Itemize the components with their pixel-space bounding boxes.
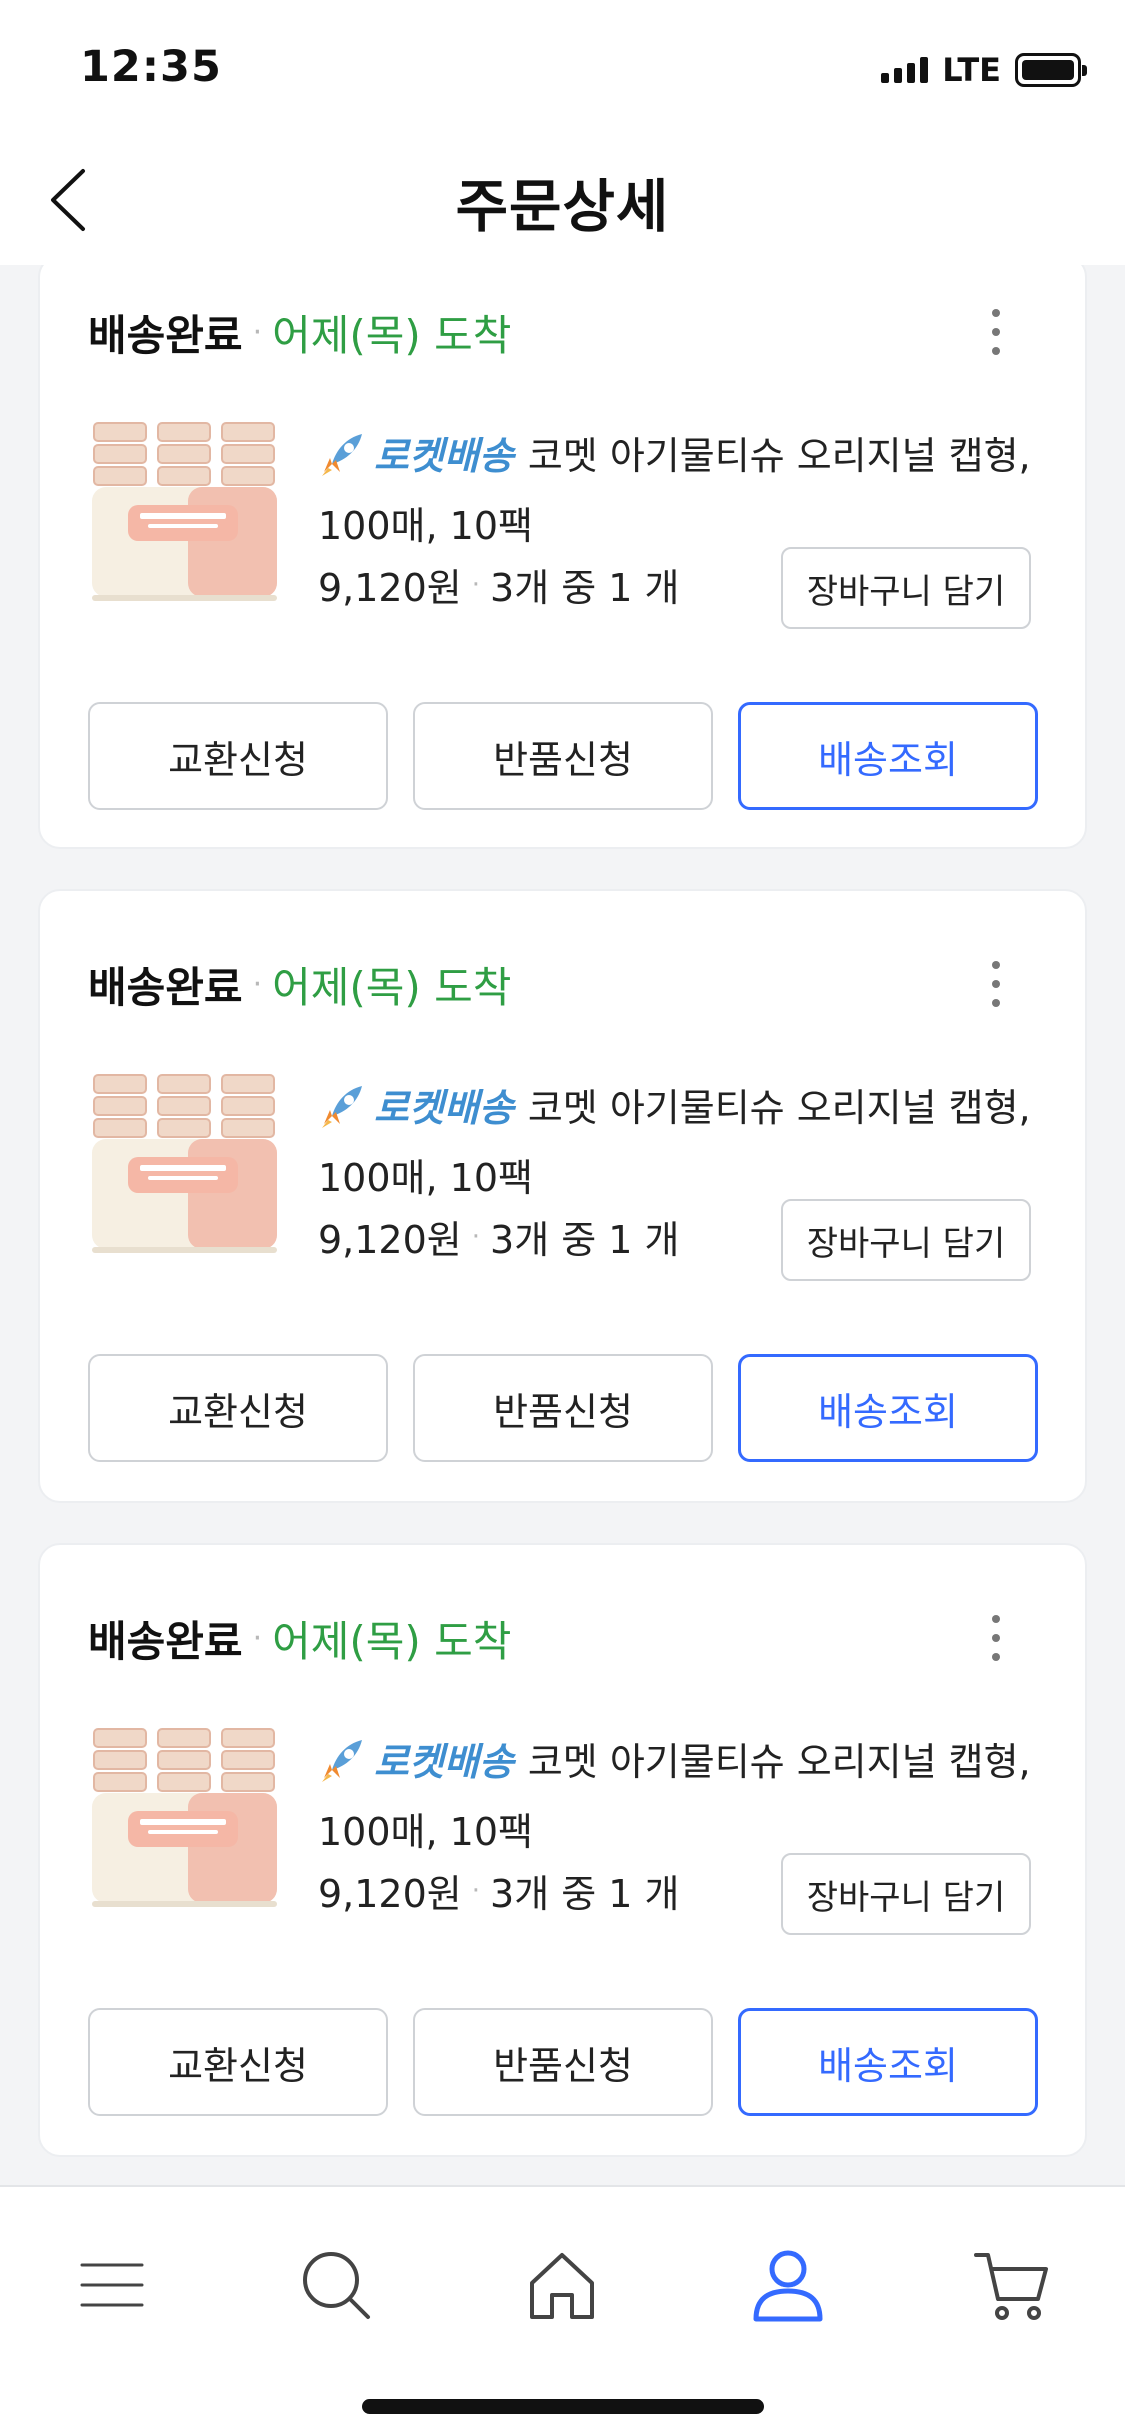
rocket-icon: [322, 433, 362, 476]
track-delivery-button[interactable]: 배송조회: [738, 702, 1038, 810]
more-options-icon[interactable]: [989, 961, 1003, 1007]
product-name: 코멧 아기물티슈 오리지널 캡형,: [527, 1740, 1031, 1784]
separator-dot: ·: [471, 1221, 481, 1252]
separator-dot: ·: [252, 314, 263, 350]
product-thumbnail[interactable]: [88, 1723, 283, 1918]
more-options-icon[interactable]: [989, 1615, 1003, 1661]
order-list[interactable]: 배송완료 · 어제(목) 도착 로켓배송 코멧 아기물티슈 오리지널 캡형, 1…: [0, 265, 1125, 2185]
order-actions: 교환신청 반품신청 배송조회: [88, 2008, 1038, 2116]
exchange-request-button[interactable]: 교환신청: [88, 2008, 388, 2116]
product-name: 코멧 아기물티슈 오리지널 캡형,: [527, 1086, 1031, 1130]
order-card: 배송완료 · 어제(목) 도착 로켓배송 코멧 아기물티슈 오리지널 캡형, 1…: [38, 1543, 1087, 2157]
network-label: LTE: [942, 51, 1001, 89]
rocket-delivery-label: 로켓배송: [374, 1740, 514, 1784]
cart-icon[interactable]: [972, 2245, 1052, 2325]
home-icon[interactable]: [522, 2245, 602, 2325]
price: 9,120원: [318, 1872, 462, 1916]
exchange-request-button[interactable]: 교환신청: [88, 1354, 388, 1462]
price: 9,120원: [318, 1218, 462, 1262]
product-title-line[interactable]: 로켓배송 코멧 아기물티슈 오리지널 캡형,: [318, 1077, 1031, 1132]
separator-dot: ·: [252, 1620, 263, 1656]
quantity: 3개 중 1 개: [490, 566, 680, 610]
arrival-date: 어제(목) 도착: [272, 310, 512, 360]
order-actions: 교환신청 반품신청 배송조회: [88, 1354, 1038, 1462]
status-time: 12:35: [80, 42, 222, 92]
status-indicators: LTE: [881, 50, 1087, 90]
product-thumbnail[interactable]: [88, 1069, 283, 1264]
quantity: 3개 중 1 개: [490, 1872, 680, 1916]
search-icon[interactable]: [296, 2245, 376, 2325]
order-status-row: 배송완료 · 어제(목) 도착: [88, 949, 511, 1019]
product-option: 100매, 10팩: [318, 1810, 533, 1854]
order-card: 배송완료 · 어제(목) 도착 로켓배송 코멧 아기물티슈 오리지널 캡형, 1…: [38, 265, 1087, 849]
rocket-icon: [322, 1085, 362, 1128]
delivery-status: 배송완료: [88, 1616, 243, 1666]
rocket-icon: [322, 1739, 362, 1782]
product-option: 100매, 10팩: [318, 1156, 533, 1200]
nav-bar: 주문상세: [0, 135, 1125, 265]
signal-icon: [881, 57, 929, 83]
add-to-cart-button[interactable]: 장바구니 담기: [781, 1199, 1031, 1281]
quantity: 3개 중 1 개: [490, 1218, 680, 1262]
order-card: 배송완료 · 어제(목) 도착 로켓배송 코멧 아기물티슈 오리지널 캡형, 1…: [38, 889, 1087, 1503]
product-thumbnail[interactable]: [88, 417, 283, 612]
return-request-button[interactable]: 반품신청: [413, 2008, 713, 2116]
order-status-row: 배송완료 · 어제(목) 도착: [88, 297, 511, 367]
delivery-status: 배송완료: [88, 962, 243, 1012]
product-option: 100매, 10팩: [318, 504, 533, 548]
add-to-cart-button[interactable]: 장바구니 담기: [781, 1853, 1031, 1935]
delivery-status: 배송완료: [88, 310, 243, 360]
product-name: 코멧 아기물티슈 오리지널 캡형,: [527, 434, 1031, 478]
battery-icon: [1015, 53, 1087, 87]
track-delivery-button[interactable]: 배송조회: [738, 1354, 1038, 1462]
product-title-line[interactable]: 로켓배송 코멧 아기물티슈 오리지널 캡형,: [318, 1731, 1031, 1786]
separator-dot: ·: [471, 569, 481, 600]
price-row: 9,120원 · 3개 중 1 개: [318, 557, 680, 612]
home-indicator[interactable]: [362, 2399, 764, 2414]
price-row: 9,120원 · 3개 중 1 개: [318, 1209, 680, 1264]
my-account-icon[interactable]: [748, 2245, 828, 2325]
status-bar: 12:35 LTE: [0, 0, 1125, 135]
price: 9,120원: [318, 566, 462, 610]
more-options-icon[interactable]: [989, 309, 1003, 355]
track-delivery-button[interactable]: 배송조회: [738, 2008, 1038, 2116]
order-status-row: 배송완료 · 어제(목) 도착: [88, 1603, 511, 1673]
page-title: 주문상세: [455, 174, 670, 240]
menu-icon[interactable]: [72, 2245, 152, 2325]
return-request-button[interactable]: 반품신청: [413, 702, 713, 810]
separator-dot: ·: [252, 966, 263, 1002]
rocket-delivery-label: 로켓배송: [374, 434, 514, 478]
rocket-delivery-label: 로켓배송: [374, 1086, 514, 1130]
exchange-request-button[interactable]: 교환신청: [88, 702, 388, 810]
return-request-button[interactable]: 반품신청: [413, 1354, 713, 1462]
separator-dot: ·: [471, 1875, 481, 1906]
product-title-line[interactable]: 로켓배송 코멧 아기물티슈 오리지널 캡형,: [318, 425, 1031, 480]
order-actions: 교환신청 반품신청 배송조회: [88, 702, 1038, 810]
add-to-cart-button[interactable]: 장바구니 담기: [781, 547, 1031, 629]
arrival-date: 어제(목) 도착: [272, 1616, 512, 1666]
arrival-date: 어제(목) 도착: [272, 962, 512, 1012]
price-row: 9,120원 · 3개 중 1 개: [318, 1863, 680, 1918]
